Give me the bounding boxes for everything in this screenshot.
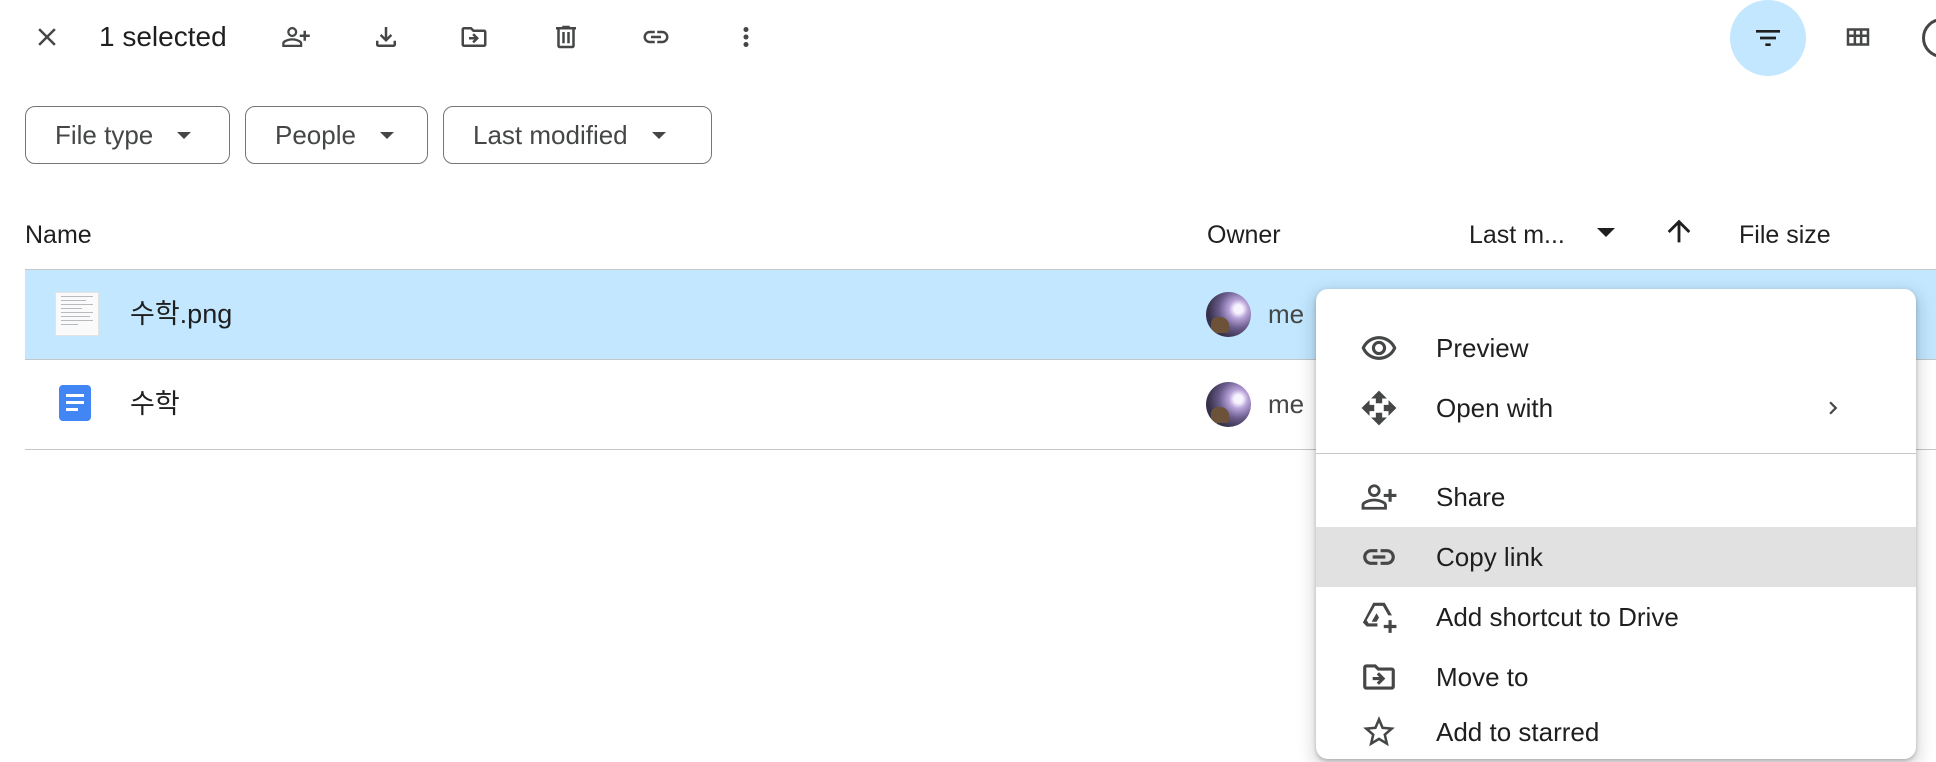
file-list-header: Name Owner Last m... File size (0, 204, 1936, 266)
trash-icon (556, 25, 576, 49)
close-selection-button[interactable] (23, 13, 71, 61)
file-owner: me (1268, 299, 1305, 329)
chevron-right-icon (1820, 395, 1846, 421)
selection-toolbar: 1 selected (0, 0, 1936, 76)
menu-item-label: Copy link (1436, 542, 1543, 572)
add-shortcut-icon (1360, 598, 1398, 636)
move-icon (1360, 658, 1398, 696)
context-menu: Preview Open with Share Copy link Add sh… (1316, 289, 1916, 759)
copy-link-button[interactable] (632, 13, 680, 61)
menu-item-add-to-starred[interactable]: Add to starred (1316, 702, 1916, 762)
link-icon (643, 30, 669, 44)
file-owner: me (1268, 389, 1305, 419)
sort-options-dropdown-icon[interactable] (1597, 228, 1615, 237)
more-actions-button[interactable] (722, 13, 770, 61)
dropdown-arrow-icon (651, 131, 666, 139)
link-icon (1360, 538, 1398, 576)
menu-item-label: Preview (1436, 333, 1529, 363)
filter-chip-file-type[interactable]: File type (25, 106, 230, 164)
menu-item-share[interactable]: Share (1316, 467, 1916, 527)
info-button[interactable] (1922, 18, 1936, 58)
menu-item-label: Share (1436, 482, 1506, 512)
menu-item-copy-link[interactable]: Copy link (1316, 527, 1916, 587)
divider (25, 269, 1936, 270)
avatar (1206, 292, 1251, 337)
chip-label: File type (55, 119, 154, 150)
menu-item-open-with[interactable]: Open with (1316, 378, 1916, 438)
menu-item-add-shortcut[interactable]: Add shortcut to Drive (1316, 587, 1916, 647)
file-name: 수학.png (130, 299, 233, 329)
dropdown-arrow-icon (177, 131, 192, 139)
menu-item-label: Move to (1436, 662, 1529, 692)
image-thumbnail (55, 292, 99, 336)
avatar (1206, 382, 1251, 427)
share-icon (1360, 478, 1398, 516)
column-header-last-modified[interactable]: Last m... (1469, 218, 1565, 252)
filter-toggle-button[interactable] (1730, 0, 1806, 76)
download-button[interactable] (362, 13, 410, 61)
sort-direction-button[interactable] (1662, 214, 1696, 248)
chip-label: Last modified (473, 119, 628, 150)
column-header-name[interactable]: Name (25, 218, 92, 252)
column-header-file-size[interactable]: File size (1739, 218, 1831, 252)
google-doc-icon (59, 385, 91, 421)
selected-count: 1 selected (99, 21, 227, 52)
chip-label: People (275, 119, 356, 150)
arrow-upward-icon (1667, 219, 1691, 243)
delete-button[interactable] (542, 13, 590, 61)
move-icon (461, 27, 487, 47)
open-with-icon (1360, 389, 1398, 427)
menu-divider (1316, 453, 1916, 454)
filter-chip-people[interactable]: People (245, 106, 428, 164)
filter-icon (1756, 30, 1780, 46)
menu-item-label: Add shortcut to Drive (1436, 602, 1679, 632)
column-header-owner[interactable]: Owner (1207, 218, 1281, 252)
eye-icon (1360, 329, 1398, 367)
file-name: 수학 (130, 389, 180, 419)
share-button[interactable] (272, 13, 320, 61)
grid-view-button[interactable] (1834, 13, 1882, 61)
menu-item-label: Open with (1436, 393, 1554, 423)
star-icon (1360, 713, 1398, 751)
close-icon (38, 28, 56, 46)
menu-item-label: Add to starred (1436, 717, 1600, 747)
grid-view-icon (1846, 28, 1870, 46)
share-icon (282, 27, 310, 47)
more-vert-icon (743, 27, 749, 47)
move-button[interactable] (450, 13, 498, 61)
filter-chip-last-modified[interactable]: Last modified (443, 106, 712, 164)
dropdown-arrow-icon (379, 131, 394, 139)
menu-item-move-to[interactable]: Move to (1316, 647, 1916, 707)
menu-item-preview[interactable]: Preview (1316, 318, 1916, 378)
download-icon (376, 27, 396, 47)
